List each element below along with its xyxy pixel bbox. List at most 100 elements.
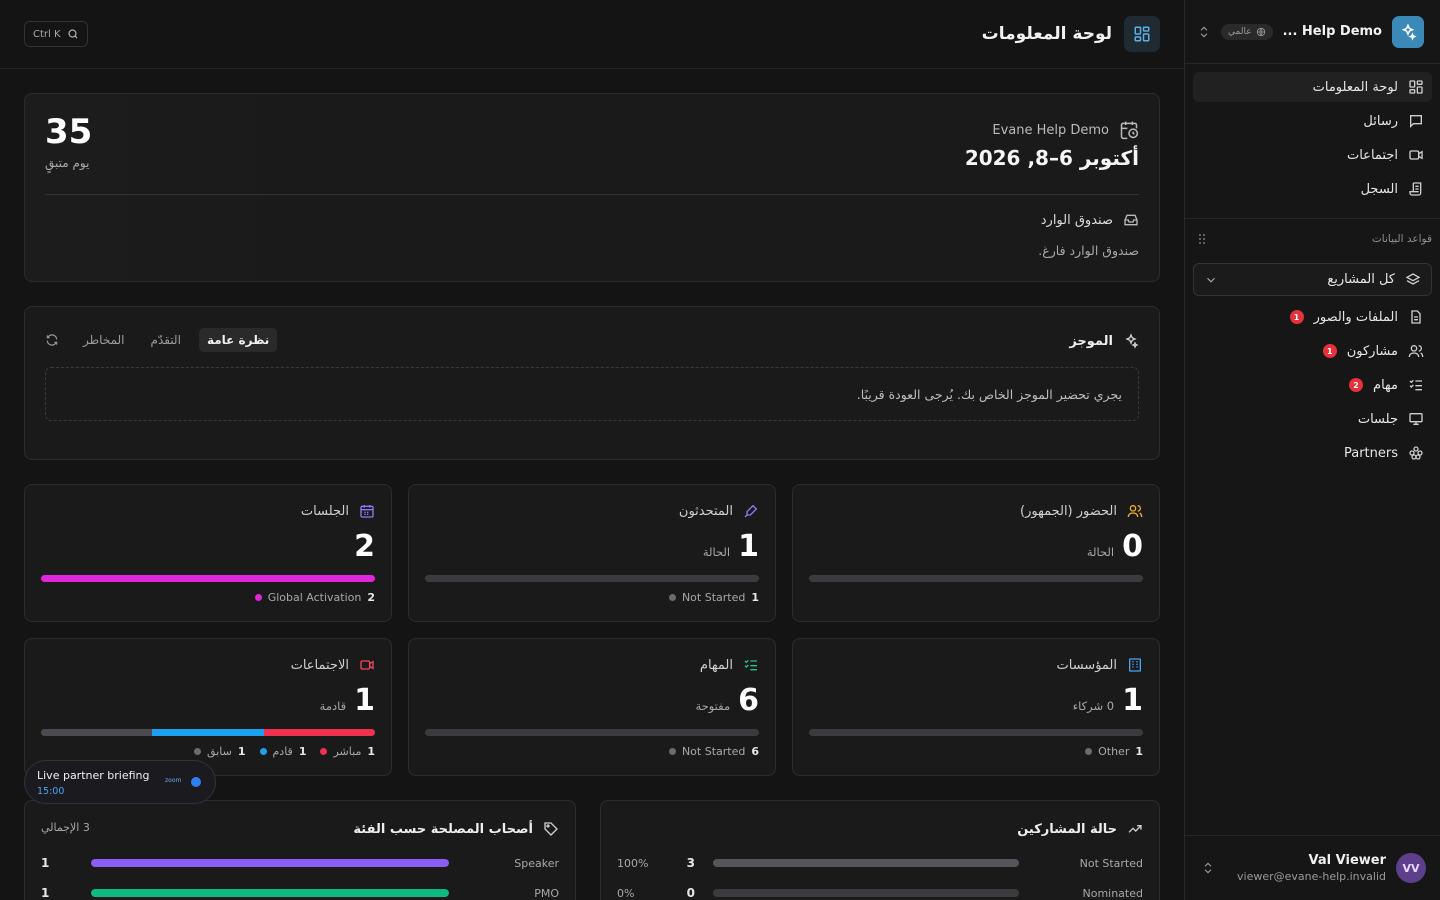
nav-item-messages[interactable]: رسائل [1193,106,1432,136]
tab-overview[interactable]: نظرة عامة [198,328,278,352]
dashboard-icon [1409,80,1423,94]
row-count: 0 [686,886,695,900]
card-title: أصحاب المصلحة حسب الفئة [353,821,559,837]
stat-card-meetings[interactable]: الاجتماعات 1 قادمة 1 مباشر 1 قادم 1 سابق [24,638,392,776]
nav-item-meetings[interactable]: اجتماعات [1193,140,1432,170]
workspace-name: Help Demo ... [1282,24,1382,39]
globe-icon [1256,27,1265,36]
nav-item-dashboard[interactable]: لوحة المعلومات [1193,72,1432,102]
chevron-updown-icon [1201,861,1215,875]
nav-label: السجل [1360,181,1398,197]
stat-card-attendance[interactable]: الحضور (الجمهور) 0 الحالة [792,484,1160,622]
total-count: 3 الإجمالي [41,821,90,834]
live-meeting-toast[interactable]: Live partner briefing 15:00 zoom [24,760,216,804]
legend-dot [668,594,676,601]
days-left-label: يوم متبقٍ [45,156,90,170]
zoom-logo: zoom [165,777,182,784]
legend-count: 2 [367,591,375,604]
main-nav: لوحة المعلومات رسائل اجتماعات السجل [1185,64,1440,219]
legend-item: 2 Global Activation [254,591,375,604]
stat-title: المهام [699,657,733,673]
db-item-participants[interactable]: مشاركون 1 [1193,336,1432,366]
bar-segment [425,575,759,582]
db-item-label: الملفات والصور [1313,309,1398,325]
video-icon [360,660,374,670]
bar-segment [41,575,375,582]
legend-count: 1 [367,745,375,758]
brief-placeholder: يجري تحضير الموجز الخاص بك. يُرجى العودة… [45,367,1139,421]
status-row: Nominated 0 0% [617,885,1143,900]
stat-card-tasks[interactable]: المهام 6 مفتوحة 6 Not Started [408,638,776,776]
stat-progress-bar [41,729,375,736]
project-select-value: كل المشاريع [1327,272,1395,287]
nav-item-log[interactable]: السجل [1193,174,1432,204]
trending-up-icon [1128,825,1142,833]
count-badge: 1 [1289,310,1304,324]
legend-dot [668,748,676,755]
stat-subtitle: 0 شركاء [1072,699,1115,713]
row-bar-fill [91,859,449,867]
db-item-sessions[interactable]: جلسات [1193,404,1432,434]
search-button[interactable]: Ctrl K [24,21,88,47]
brief-title: الموجز [1069,333,1139,349]
stat-progress-bar [425,575,759,582]
bar-segment [425,729,759,736]
user-menu[interactable]: VV Val Viewer viewer@evane-help.invalid [1185,835,1440,900]
calendar-icon [360,505,374,518]
event-name-row: Evane Help Demo [992,120,1139,140]
stat-header: الحضور (الجمهور) [1020,503,1143,519]
bar-segment [263,729,375,736]
db-item-partners[interactable]: Partners [1193,438,1432,468]
chevron-updown-icon [1197,25,1211,39]
user-email: viewer@evane-help.invalid [1237,870,1386,883]
bar-segment [809,729,1143,736]
row-bar-fill [713,859,1019,867]
card-title-text: أصحاب المصلحة حسب الفئة [353,821,533,837]
stat-value: 0 [1122,529,1143,564]
stat-title: الاجتماعات [290,657,349,673]
tasks-icon [1409,379,1422,391]
users-icon [1408,345,1424,358]
db-item-files[interactable]: الملفات والصور 1 [1193,302,1432,332]
mic-pen-icon [744,504,758,518]
drag-handle-icon[interactable] [1197,233,1207,245]
stat-card-sessions[interactable]: الجلسات 2 2 Global Activation [24,484,392,622]
live-indicator [191,777,201,787]
databases-section-header: قواعد البيانات [1185,219,1440,259]
stakeholders-card: أصحاب المصلحة حسب الفئة 3 الإجمالي Speak… [24,800,576,900]
stat-value-row: 2 [354,529,375,564]
dashboard-icon [1124,16,1160,52]
row-label: Nominated [1082,886,1143,900]
legend-label: مباشر [333,745,362,758]
nav-label: لوحة المعلومات [1312,79,1398,95]
toast-time: 15:00 [37,786,65,797]
project-select[interactable]: كل المشاريع [1193,263,1432,296]
category-row: Speaker 1 [41,855,559,871]
stat-card-organizations[interactable]: المؤسسات 1 0 شركاء 1 Other [792,638,1160,776]
divider [45,194,1139,195]
tab-risks[interactable]: المخاطر [75,328,133,352]
scope-badge: عالمي [1221,23,1273,40]
stat-progress-bar [809,575,1143,582]
stat-value-row: 0 الحالة [1087,529,1143,564]
partners-icon [1409,446,1423,460]
db-item-label: Partners [1343,445,1398,461]
stat-value-row: 6 مفتوحة [695,683,759,718]
row-count: 1 [41,856,50,870]
legend-count: 1 [751,591,759,604]
legend-label: قادم [272,745,293,758]
stat-subtitle: الحالة [1086,545,1115,559]
workspace-switcher[interactable]: Help Demo ... عالمي [1185,0,1440,64]
stat-value: 2 [354,529,375,564]
search-icon [67,29,77,39]
stat-value: 6 [738,683,759,718]
count-badge: 1 [1322,344,1337,358]
brief-tabs: المخاطر التقدّم نظرة عامة [45,328,278,352]
row-percent: 100% [617,856,649,870]
event-name: Evane Help Demo [992,122,1109,138]
tab-progress[interactable]: التقدّم [143,328,189,352]
inbox-title: صندوق الوارد [1041,212,1139,228]
db-item-tasks[interactable]: مهام 2 [1193,370,1432,400]
stat-card-speakers[interactable]: المتحدثون 1 الحالة 1 Not Started [408,484,776,622]
refresh-icon[interactable] [45,333,59,347]
